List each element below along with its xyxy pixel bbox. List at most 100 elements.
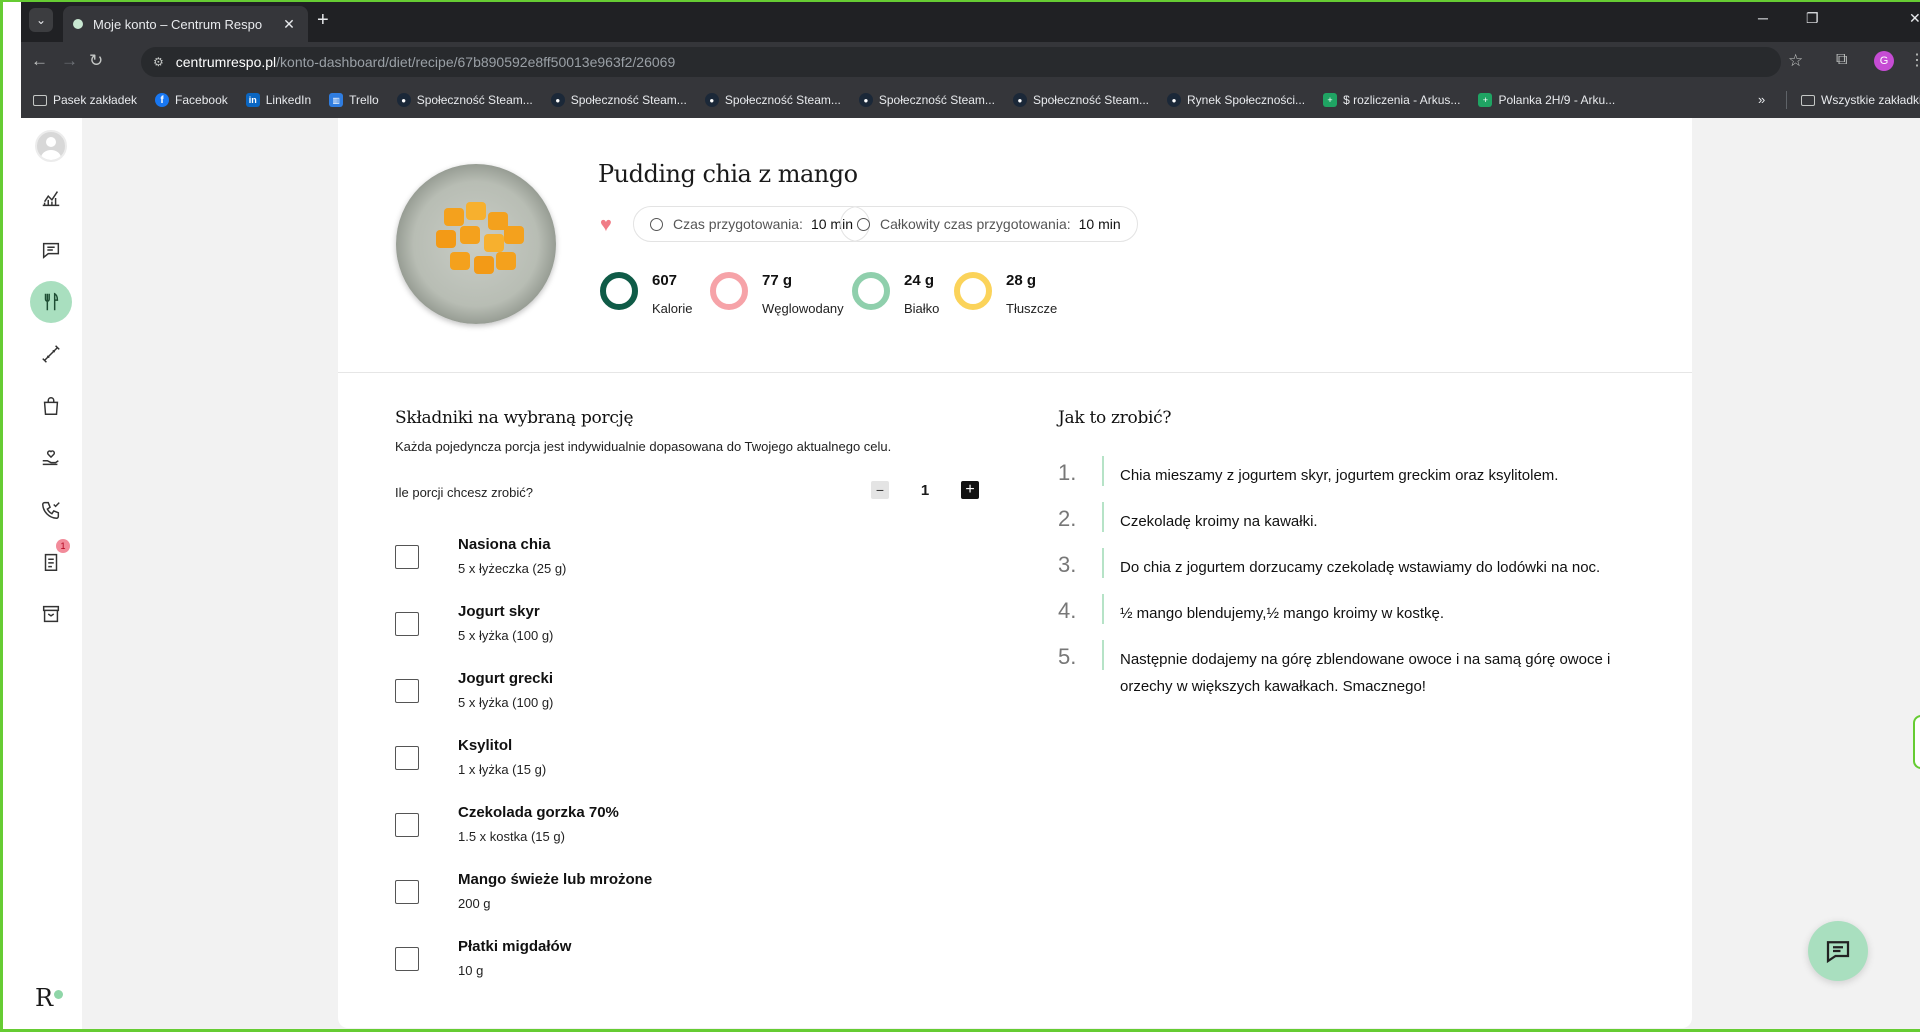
address-bar[interactable]: ⚙ centrumrespo.pl/konto-dashboard/diet/r… (141, 47, 1781, 77)
chat-bubble-icon (42, 242, 60, 259)
chevron-down-icon[interactable]: ⌄ (29, 8, 53, 32)
clock-icon (650, 217, 663, 231)
ingredient-item: Nasiona chia 5 x łyżeczka (25 g) (395, 536, 845, 591)
steam-icon: ● (858, 93, 873, 107)
ingredient-item: Jogurt skyr 5 x łyżka (100 g) (395, 603, 845, 658)
ingredient-checkbox[interactable] (395, 545, 419, 569)
steps-title: Jak to zrobić? (1058, 408, 1172, 428)
bookmark-item[interactable]: f Facebook (155, 93, 228, 107)
bookmarks-overflow-button[interactable]: » (1758, 92, 1765, 107)
step-divider (1102, 456, 1104, 486)
step-text: Czekoladę kroimy na kawałki. (1120, 513, 1318, 530)
ingredient-amount: 5 x łyżka (100 g) (458, 628, 554, 643)
increase-portions-button[interactable]: + (961, 481, 979, 499)
linkedin-icon: in (245, 93, 260, 107)
extensions-icon[interactable]: ⧉ (1836, 51, 1847, 69)
portions-value: 1 (920, 481, 930, 499)
recipe-title: Pudding chia z mango (598, 160, 858, 188)
step-number: 4. (1058, 598, 1077, 623)
sidebar-item-archive[interactable] (30, 593, 72, 635)
url-text[interactable]: centrumrespo.pl/konto-dashboard/diet/rec… (176, 54, 675, 70)
reload-icon[interactable]: ↻ (89, 52, 103, 70)
browser-toolbar: ← → ↻ ⚙ centrumrespo.pl/konto-dashboard/… (21, 42, 1920, 82)
portions-label: Ile porcji chcesz zrobić? (395, 485, 533, 500)
section-divider (338, 372, 1692, 373)
close-window-button[interactable]: ✕ (1909, 10, 1920, 27)
archive-box-icon (42, 605, 60, 623)
ingredient-checkbox[interactable] (395, 679, 419, 703)
bookmark-item[interactable]: ▥ Trello (329, 93, 379, 107)
all-bookmarks-button[interactable]: Wszystkie zakładki (1801, 82, 1920, 118)
bookmarks-divider (1786, 91, 1787, 109)
back-arrow-icon[interactable]: ← (31, 52, 48, 70)
ingredient-checkbox[interactable] (395, 880, 419, 904)
bookmark-item[interactable]: ● Społeczność Steam... (704, 93, 841, 107)
profile-avatar[interactable]: G (1874, 51, 1894, 71)
ingredient-item: Mango świeże lub mrożone 200 g (395, 871, 845, 926)
sidebar-item-training[interactable] (30, 333, 72, 375)
ingredient-item: Ksylitol 1 x łyżka (15 g) (395, 737, 845, 792)
step-text: Chia mieszamy z jogurtem skyr, jogurtem … (1120, 467, 1559, 484)
window-border (0, 0, 21, 1032)
ingredient-checkbox[interactable] (395, 947, 419, 971)
respo-logo[interactable]: R (35, 984, 64, 1012)
dumbbell-icon (42, 345, 60, 363)
stopwatch-icon (857, 217, 870, 231)
bookmark-item[interactable]: ● Społeczność Steam... (396, 93, 533, 107)
ingredient-name: Jogurt skyr (458, 603, 540, 620)
new-tab-button[interactable]: + (317, 10, 329, 30)
steam-icon: ● (704, 93, 719, 107)
bookmark-item[interactable]: ● Rynek Społeczności... (1167, 93, 1305, 107)
step-text: Do chia z jogurtem dorzucamy czekoladę w… (1120, 559, 1601, 576)
total-time-label: Całkowity czas przygotowania: (880, 216, 1071, 232)
active-tab[interactable]: Moje konto – Centrum Respo ✕ (63, 6, 308, 42)
ingredient-checkbox[interactable] (395, 612, 419, 636)
sidebar-item-contact[interactable] (30, 489, 72, 531)
site-settings-icon[interactable]: ⚙ (153, 55, 164, 69)
ingredients-title: Składniki na wybraną porcję (395, 408, 634, 428)
folder-icon (1801, 94, 1815, 106)
sidebar-item-progress[interactable] (30, 177, 72, 219)
protein-ring-icon (852, 272, 890, 310)
ingredient-amount: 10 g (458, 963, 484, 978)
sidebar-item-shop[interactable] (30, 385, 72, 427)
bookmark-star-icon[interactable]: ☆ (1788, 51, 1803, 71)
sidebar-item-profile[interactable] (30, 125, 72, 167)
shopping-bag-icon (43, 397, 59, 415)
chat-button[interactable] (1808, 921, 1868, 981)
carbs-ring-icon (710, 272, 748, 310)
ingredient-checkbox[interactable] (395, 813, 419, 837)
side-widget-tab[interactable] (1913, 715, 1920, 769)
close-icon[interactable]: ✕ (280, 16, 298, 33)
sidebar-item-notes[interactable]: 1 (30, 539, 72, 583)
ingredient-name: Czekolada gorzka 70% (458, 804, 619, 821)
minimize-button[interactable]: ─ (1758, 10, 1768, 26)
heart-icon[interactable]: ♥ (600, 214, 612, 237)
total-time-value: 10 min (1078, 216, 1121, 232)
kebab-menu-icon[interactable]: ⋮ (1909, 50, 1920, 70)
bookmark-item[interactable]: ● Społeczność Steam... (858, 93, 995, 107)
macro-protein: 24 g Białko (852, 270, 939, 316)
tab-favicon-icon (73, 19, 83, 29)
bookmark-item[interactable]: + Polanka 2H/9 - Arku... (1478, 93, 1615, 107)
bookmark-item[interactable]: Pasek zakładek (33, 93, 137, 107)
bookmark-item[interactable]: ● Społeczność Steam... (550, 93, 687, 107)
hand-heart-icon (42, 450, 59, 466)
bookmark-item[interactable]: in LinkedIn (245, 93, 311, 107)
step-number: 5. (1058, 644, 1077, 669)
ingredient-item: Czekolada gorzka 70% 1.5 x kostka (15 g) (395, 804, 845, 859)
ingredient-name: Ksylitol (458, 737, 513, 754)
sidebar-item-diet[interactable] (30, 281, 72, 323)
forward-arrow-icon[interactable]: → (61, 52, 78, 70)
bookmark-item[interactable]: + $ rozliczenia - Arkus... (1323, 93, 1460, 107)
bookmark-item[interactable]: ● Społeczność Steam... (1012, 93, 1149, 107)
steam-icon: ● (396, 93, 411, 107)
app-area: 1 R Pudding chia z mango ♥ Czas przygoto… (21, 118, 1920, 1029)
sidebar-item-chat[interactable] (30, 229, 72, 271)
sidebar-item-care[interactable] (30, 437, 72, 479)
ingredient-checkbox[interactable] (395, 746, 419, 770)
sidebar: 1 R (21, 118, 82, 1029)
restore-button[interactable]: ❐ (1806, 10, 1819, 27)
total-time-pill: Całkowity czas przygotowania: 10 min (840, 206, 1138, 242)
decrease-portions-button[interactable]: − (871, 481, 889, 499)
